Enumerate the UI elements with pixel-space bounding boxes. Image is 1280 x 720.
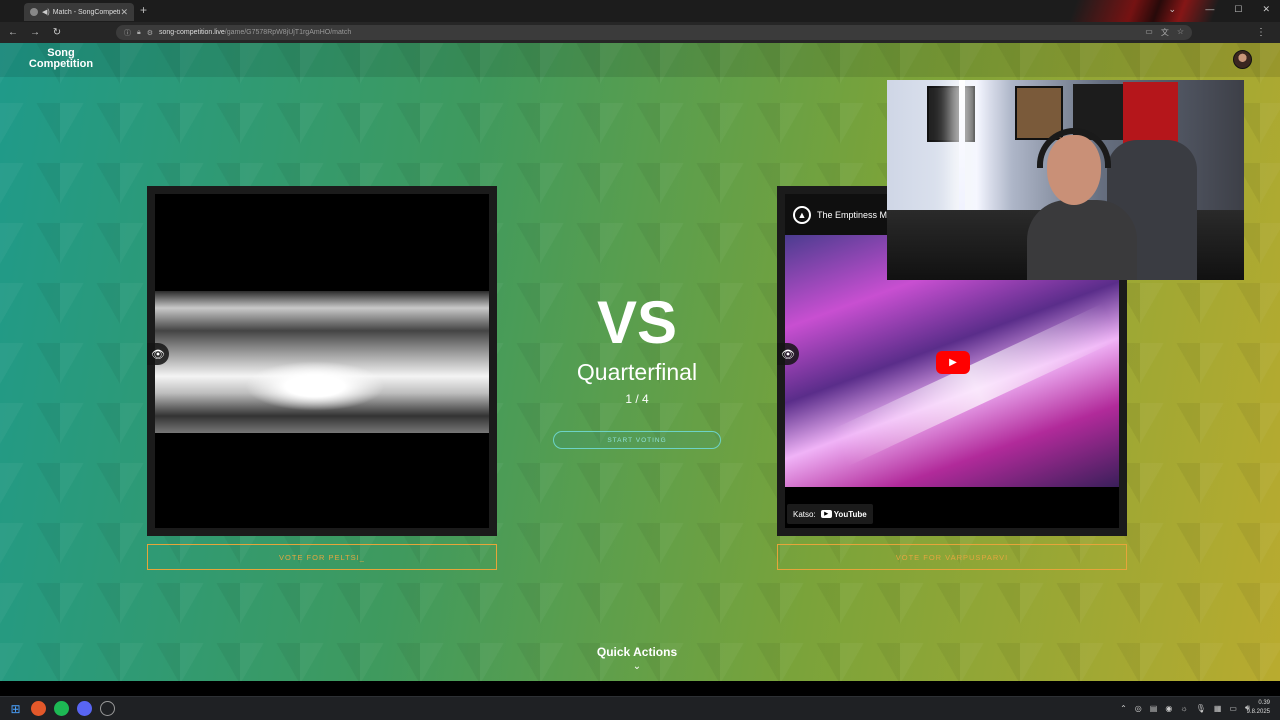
eye-icon[interactable]: 👁︎ — [777, 343, 799, 365]
site-logo[interactable]: Song Competition — [26, 48, 96, 70]
os-taskbar: ⊞ ⌃ ◎ ▤ ◉ ☼ 🎙︎ ▦ ▭ 🔊︎ 0.39 9.8.2025 — [0, 696, 1280, 720]
eye-icon[interactable]: 👁︎ — [147, 343, 169, 365]
new-tab-button[interactable]: + — [140, 3, 147, 17]
url-path: /game/G7578RpW8jUjT1rgAmHO/match — [224, 29, 352, 36]
tray-app-icon[interactable]: ▤ — [1150, 704, 1158, 713]
album-art — [155, 291, 489, 433]
match-progress: 1 / 4 — [625, 392, 649, 406]
back-button[interactable]: ← — [4, 27, 22, 38]
site-favicon-icon — [30, 8, 38, 16]
discord-icon[interactable] — [77, 701, 92, 716]
address-bar[interactable]: ⓘ 🔒︎ ⚙︎ song-competition.live /game/G757… — [116, 25, 1192, 40]
browser-tab-bar: ◀) Match - SongCompetition ✕ + ⌄ — ☐ ✕ — [0, 0, 1280, 22]
url-host: song-competition.live — [159, 29, 225, 36]
vs-label: VS — [596, 289, 678, 356]
wallpaper-art — [1060, 0, 1220, 22]
tray-app-icon[interactable]: ◉ — [1165, 704, 1172, 713]
user-avatar[interactable] — [1233, 50, 1252, 69]
sound-icon[interactable]: ◀) — [42, 8, 50, 16]
lock-icon: 🔒︎ — [137, 28, 141, 36]
song-cover-left — [155, 194, 489, 528]
tab-list-chevron-icon[interactable]: ⌄ — [1168, 4, 1176, 15]
firefox-icon[interactable] — [31, 701, 46, 716]
vote-right-button[interactable]: VOTE FOR VARPUSPARVI — [777, 544, 1127, 570]
youtube-logo-icon: ▶ — [820, 510, 832, 518]
page-content: Song Competition 👁︎ VOTE FOR PELTSI_ VS … — [0, 43, 1280, 681]
browser-menu-button[interactable]: ⋮ — [1256, 27, 1266, 38]
watch-on-youtube[interactable]: Katso: ▶ YouTube — [787, 504, 873, 524]
close-window-button[interactable]: ✕ — [1262, 4, 1270, 15]
browser-nav-bar: ← → ↻ ⓘ 🔒︎ ⚙︎ song-competition.live /gam… — [0, 22, 1280, 43]
round-title: Quarterfinal — [576, 359, 698, 385]
play-icon[interactable]: ▶ — [936, 351, 970, 374]
clock-date: 9.8.2025 — [1246, 709, 1270, 715]
window-controls: — ☐ ✕ — [1205, 4, 1270, 15]
start-voting-button[interactable]: START VOTING — [553, 431, 721, 449]
display-icon[interactable]: ▭ — [1229, 704, 1237, 713]
app-icon[interactable] — [100, 701, 115, 716]
screen-share-icon[interactable]: ▭ — [1145, 27, 1153, 38]
forward-button[interactable]: → — [26, 27, 44, 38]
windows-start-icon[interactable]: ⊞ — [8, 701, 23, 716]
watch-on-label: Katso: — [793, 509, 816, 519]
webcam-overlay — [887, 80, 1244, 280]
site-header: Song Competition — [0, 43, 1280, 77]
close-tab-icon[interactable]: ✕ — [120, 7, 128, 18]
quick-actions-label[interactable]: Quick Actions — [537, 645, 737, 659]
system-clock[interactable]: 0.39 9.8.2025 — [1247, 699, 1270, 717]
browser-tab[interactable]: ◀) Match - SongCompetition ✕ — [24, 3, 134, 21]
logo-line-2: Competition — [28, 58, 94, 70]
chevron-down-icon[interactable]: ⌄ — [627, 661, 647, 672]
tab-title: Match - SongCompetition — [52, 8, 121, 16]
system-tray: ⌃ ◎ ▤ ◉ ☼ 🎙︎ ▦ ▭ 🔊︎ — [1120, 703, 1250, 713]
microphone-icon[interactable]: 🎙︎ — [1196, 704, 1206, 713]
clock-time: 0.39 — [1258, 700, 1270, 706]
site-settings-icon[interactable]: ⚙︎ — [147, 29, 153, 37]
tray-app-icon[interactable]: ◎ — [1135, 704, 1142, 713]
info-icon[interactable]: ⓘ — [124, 28, 131, 38]
youtube-brand: YouTube — [833, 509, 867, 519]
bookmark-star-icon[interactable]: ☆ — [1177, 27, 1184, 38]
channel-logo-icon[interactable]: ▲ — [793, 205, 811, 224]
minimize-button[interactable]: — — [1205, 4, 1214, 15]
tray-app-icon[interactable]: ☼ — [1180, 704, 1187, 713]
song-card-left: 👁︎ — [147, 186, 497, 536]
translate-icon[interactable]: 文 — [1161, 27, 1169, 38]
maximize-button[interactable]: ☐ — [1234, 4, 1242, 15]
video-title[interactable]: The Emptiness M — [817, 210, 887, 220]
reload-button[interactable]: ↻ — [48, 27, 66, 38]
spotify-icon[interactable] — [54, 701, 69, 716]
wifi-icon[interactable]: ▦ — [1214, 704, 1222, 713]
vote-left-button[interactable]: VOTE FOR PELTSI_ — [147, 544, 497, 570]
chevron-up-icon[interactable]: ⌃ — [1120, 704, 1127, 713]
